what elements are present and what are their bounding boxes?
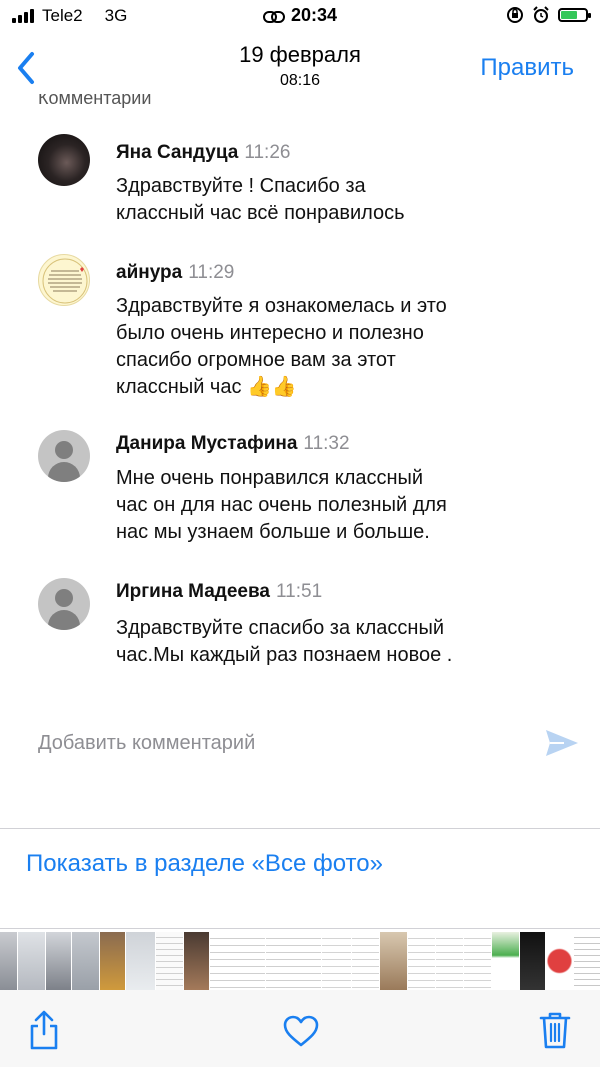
avatar[interactable] <box>38 430 90 482</box>
comment-line: было очень интересно и полезно <box>116 322 424 344</box>
thumbnail[interactable] <box>0 932 18 990</box>
comment-line: Мне очень понравился классный <box>116 467 424 489</box>
thumbnail[interactable] <box>210 932 266 990</box>
comment-text: Здравствуйте ! Спасибо за классный час в… <box>116 173 536 227</box>
status-bar: Tele2 3G 20:34 <box>0 0 600 34</box>
battery-icon <box>558 8 591 22</box>
edit-button[interactable]: Править <box>480 54 574 82</box>
thumbnail[interactable] <box>322 932 352 990</box>
comment-author: айнура <box>116 262 183 283</box>
thumbnail[interactable] <box>100 932 126 990</box>
bottom-toolbar <box>0 990 600 1067</box>
comment-author: Данира Мустафина <box>116 433 298 454</box>
comment-author: Яна Сандуца <box>116 142 239 163</box>
share-icon[interactable] <box>26 1010 62 1050</box>
divider <box>0 928 600 929</box>
comment-line: спасибо огромное вам за этот <box>116 349 396 371</box>
avatar[interactable] <box>38 254 90 306</box>
avatar[interactable] <box>38 134 90 186</box>
person-head <box>55 441 73 459</box>
comment-text: Здравствуйте спасибо за классный час.Мы … <box>116 615 536 669</box>
thumbnail[interactable] <box>352 932 380 990</box>
thumbnail[interactable] <box>380 932 408 990</box>
heart-icon[interactable] <box>282 1014 320 1048</box>
comments-section-title-text: Комментарии <box>38 94 152 108</box>
comments-section-title: Комментарии <box>38 94 151 116</box>
alarm-icon <box>533 6 549 23</box>
comment-meta: Данира Мустафина 11:32 <box>116 433 350 455</box>
comment-text: Здравствуйте я ознакомелась и это было о… <box>116 293 536 401</box>
comment-meta: Иргина Мадеева 11:51 <box>116 581 322 603</box>
badge-image-icon <box>42 258 88 304</box>
thumbnail[interactable] <box>492 932 520 990</box>
person-head <box>55 589 73 607</box>
nav-header: 19 февраля 08:16 Править <box>0 34 600 102</box>
comment-line: Здравствуйте ! Спасибо за <box>116 175 366 197</box>
comment-text: Мне очень понравился классный час он для… <box>116 465 536 546</box>
status-time: 20:34 <box>290 5 338 25</box>
thumbnail[interactable] <box>464 932 492 990</box>
comment-author: Иргина Мадеева <box>116 581 270 602</box>
send-icon[interactable] <box>544 728 580 758</box>
person-body <box>48 610 80 630</box>
comment-line: нас мы узнаем больше и больше. <box>116 521 430 543</box>
comment-time: 11:26 <box>244 142 291 163</box>
avatar[interactable] <box>38 578 90 630</box>
status-right <box>506 6 591 24</box>
comment-line: час он для нас очень полезный для <box>116 494 447 516</box>
comment-line: классный час 👍👍 <box>116 376 297 398</box>
thumbnail[interactable] <box>126 932 156 990</box>
comment-time: 11:29 <box>188 262 235 283</box>
thumbnail[interactable] <box>18 932 46 990</box>
thumbnail[interactable] <box>520 932 546 990</box>
thumbnail[interactable] <box>46 932 72 990</box>
orientation-lock-icon <box>507 7 523 23</box>
thumbnail[interactable] <box>72 932 100 990</box>
call-forwarding-icon <box>262 11 285 23</box>
comment-meta: Яна Сандуца 11:26 <box>116 142 290 164</box>
comment-time: 11:51 <box>276 581 323 602</box>
thumbnail[interactable] <box>436 932 464 990</box>
comment-line: Здравствуйте спасибо за классный <box>116 617 444 639</box>
thumbnail[interactable] <box>408 932 436 990</box>
thumbnail[interactable] <box>574 932 600 990</box>
person-body <box>48 462 80 482</box>
trash-icon[interactable] <box>538 1010 572 1050</box>
thumbnail-strip[interactable] <box>0 932 600 990</box>
add-comment-input[interactable]: Добавить комментарий <box>38 732 255 755</box>
thumbnail[interactable] <box>546 932 574 990</box>
thumbnail[interactable] <box>184 932 210 990</box>
comment-time: 11:32 <box>303 433 350 454</box>
show-in-all-photos-link[interactable]: Показать в разделе «Все фото» <box>26 850 383 878</box>
comment-meta: айнура 11:29 <box>116 262 234 284</box>
divider <box>0 828 600 829</box>
thumbnail[interactable] <box>156 932 184 990</box>
comment-line: классный час всё понравилось <box>116 202 405 224</box>
comment-line: Здравствуйте я ознакомелась и это <box>116 295 447 317</box>
comment-line: час.Мы каждый раз познаем новое . <box>116 644 453 666</box>
thumbnail[interactable] <box>266 932 322 990</box>
